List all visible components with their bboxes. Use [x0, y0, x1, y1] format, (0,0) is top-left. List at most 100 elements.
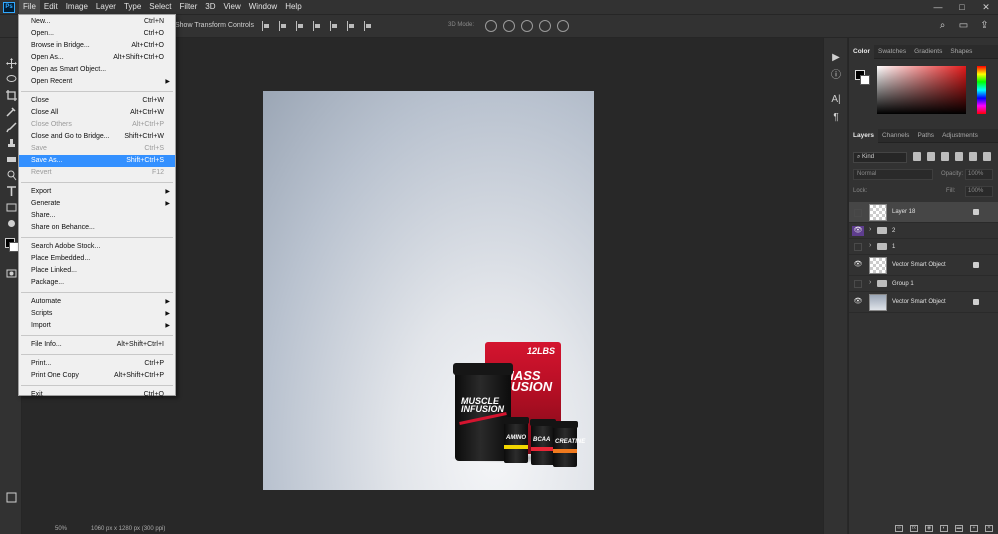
file-menu-item-open[interactable]: Open... Ctrl+O — [19, 28, 175, 40]
file-menu-item-open-recent[interactable]: Open Recent ▶ — [19, 76, 175, 88]
quick-mask-icon[interactable] — [6, 268, 17, 279]
new-layer-icon[interactable]: + — [970, 524, 978, 532]
slide-3d-icon[interactable] — [539, 20, 551, 32]
adjustment-layer-icon[interactable]: ◐ — [940, 524, 948, 532]
visibility-eye-icon[interactable]: 👁 — [852, 226, 864, 236]
search-icon[interactable]: ⌕ — [937, 20, 948, 31]
visibility-eye-icon[interactable] — [854, 209, 862, 217]
tab-shapes[interactable]: Shapes — [946, 45, 976, 59]
tab-gradients[interactable]: Gradients — [910, 45, 946, 59]
tab-paths[interactable]: Paths — [913, 129, 938, 143]
play-actions-icon[interactable]: ▶ — [830, 52, 842, 64]
menu-image[interactable]: Image — [62, 0, 92, 14]
expand-chevron-icon[interactable]: › — [869, 279, 871, 286]
menu-filter[interactable]: Filter — [176, 0, 202, 14]
lasso-tool-icon[interactable] — [6, 74, 17, 85]
align-right-icon[interactable] — [296, 21, 305, 31]
new-group-icon[interactable]: ▬ — [955, 524, 963, 532]
menu-select[interactable]: Select — [145, 0, 175, 14]
file-menu-item-revert[interactable]: Revert F12 — [19, 167, 175, 179]
align-left-icon[interactable] — [262, 21, 271, 31]
file-menu-item-automate[interactable]: Automate ▶ — [19, 296, 175, 308]
menu-file[interactable]: File — [19, 0, 40, 14]
layer-style-icon[interactable]: fx — [910, 524, 918, 532]
layer-filter-kind[interactable]: ⌕ Kind — [853, 152, 907, 163]
minimize-button[interactable]: — — [926, 0, 950, 14]
menu-layer[interactable]: Layer — [92, 0, 120, 14]
file-menu-item-open-as[interactable]: Open As... Alt+Shift+Ctrl+O — [19, 52, 175, 64]
link-layers-icon[interactable]: ∞ — [895, 524, 903, 532]
layer-row[interactable]: › 1 — [849, 239, 998, 255]
document-canvas[interactable]: 12LBS MASS FUSION MUSCLE INFUSION AMINO … — [263, 91, 594, 490]
file-menu-item-close-all[interactable]: Close All Alt+Ctrl+W — [19, 107, 175, 119]
screen-mode-icon[interactable] — [6, 492, 17, 503]
filter-toggle-icon[interactable] — [983, 152, 991, 161]
opacity-input[interactable]: 100% — [965, 169, 993, 180]
menu-3d[interactable]: 3D — [201, 0, 219, 14]
align-top-icon[interactable] — [313, 21, 322, 31]
move-tool-icon[interactable] — [6, 58, 17, 69]
visibility-eye-icon[interactable]: 👁 — [852, 260, 864, 270]
file-menu-item-exit[interactable]: Exit Ctrl+Q — [19, 389, 175, 401]
file-menu-item-file-info[interactable]: File Info... Alt+Shift+Ctrl+I — [19, 339, 175, 351]
close-window-button[interactable]: ✕ — [974, 0, 998, 14]
add-mask-icon[interactable]: ◉ — [925, 524, 933, 532]
file-menu-item-save[interactable]: Save Ctrl+S — [19, 143, 175, 155]
type-tool-icon[interactable] — [6, 186, 17, 197]
file-menu-item-share[interactable]: Share... — [19, 210, 175, 222]
tab-swatches[interactable]: Swatches — [874, 45, 910, 59]
show-transform-controls-label[interactable]: Show Transform Controls — [175, 22, 254, 29]
tab-layers[interactable]: Layers — [849, 128, 878, 143]
file-menu-item-place-linked[interactable]: Place Linked... — [19, 265, 175, 277]
file-menu-item-browse-in-bridge[interactable]: Browse in Bridge... Alt+Ctrl+O — [19, 40, 175, 52]
tab-color[interactable]: Color — [849, 44, 874, 59]
tab-channels[interactable]: Channels — [878, 129, 913, 143]
color-picker-field[interactable] — [877, 66, 966, 114]
adjustment-filter-icon[interactable] — [927, 152, 935, 161]
menu-help[interactable]: Help — [281, 0, 305, 14]
menu-view[interactable]: View — [220, 0, 245, 14]
menu-window[interactable]: Window — [245, 0, 281, 14]
align-bottom-icon[interactable] — [347, 21, 356, 31]
file-menu-item-open-as-smart-object[interactable]: Open as Smart Object... — [19, 64, 175, 76]
tab-adjustments[interactable]: Adjustments — [938, 129, 982, 143]
maximize-button[interactable]: □ — [950, 0, 974, 14]
menu-edit[interactable]: Edit — [40, 0, 62, 14]
eraser-tool-icon[interactable] — [6, 154, 17, 165]
layer-row[interactable]: › Group 1 — [849, 276, 998, 292]
file-menu-item-search-adobe-stock[interactable]: Search Adobe Stock... — [19, 241, 175, 253]
align-middle-icon[interactable] — [330, 21, 339, 31]
layer-row[interactable]: 👁 Vector Smart Object — [849, 292, 998, 313]
character-icon[interactable]: A| — [830, 94, 842, 106]
orbit-3d-icon[interactable] — [485, 20, 497, 32]
distribute-icon[interactable] — [364, 21, 373, 31]
drag-3d-icon[interactable] — [521, 20, 533, 32]
shape-filter-icon[interactable] — [955, 152, 963, 161]
dodge-tool-icon[interactable] — [6, 170, 17, 181]
pixel-filter-icon[interactable] — [913, 152, 921, 161]
zoom-level[interactable]: 50% — [55, 526, 91, 532]
eyedropper-tool-icon[interactable] — [6, 106, 17, 117]
file-menu-item-close-and-go-to-bridge[interactable]: Close and Go to Bridge... Shift+Ctrl+W — [19, 131, 175, 143]
file-menu-item-share-on-behance[interactable]: Share on Behance... — [19, 222, 175, 234]
menu-type[interactable]: Type — [120, 0, 145, 14]
file-menu-item-export[interactable]: Export ▶ — [19, 186, 175, 198]
type-filter-icon[interactable] — [941, 152, 949, 161]
roll-3d-icon[interactable] — [503, 20, 515, 32]
clone-stamp-tool-icon[interactable] — [6, 138, 17, 149]
file-menu-item-print[interactable]: Print... Ctrl+P — [19, 358, 175, 370]
file-menu-item-close-others[interactable]: Close Others Alt+Ctrl+P — [19, 119, 175, 131]
expand-chevron-icon[interactable]: › — [869, 226, 871, 233]
file-menu-item-close[interactable]: Close Ctrl+W — [19, 95, 175, 107]
file-menu-item-generate[interactable]: Generate ▶ — [19, 198, 175, 210]
visibility-eye-icon[interactable] — [854, 280, 862, 288]
file-menu-item-scripts[interactable]: Scripts ▶ — [19, 308, 175, 320]
layer-row[interactable]: 👁 Vector Smart Object — [849, 255, 998, 276]
rectangle-tool-icon[interactable] — [6, 202, 17, 213]
align-center-icon[interactable] — [279, 21, 288, 31]
brush-tool-icon[interactable] — [6, 122, 17, 133]
layer-row[interactable]: Layer 18 — [849, 202, 998, 223]
visibility-eye-icon[interactable]: 👁 — [852, 297, 864, 307]
paragraph-icon[interactable]: ¶ — [830, 112, 842, 124]
info-icon[interactable]: ⓘ — [830, 70, 842, 82]
